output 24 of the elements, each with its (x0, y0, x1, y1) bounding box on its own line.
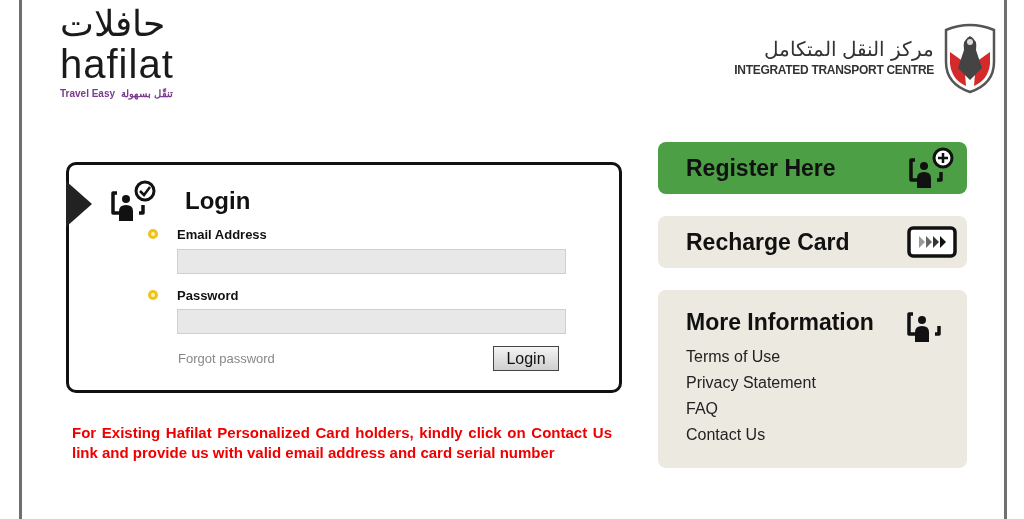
register-button[interactable]: Register Here (658, 142, 967, 194)
pointer-arrow-icon (66, 181, 92, 227)
info-link[interactable]: Privacy Statement (686, 372, 955, 393)
info-title: More Information (686, 307, 874, 337)
emblem-icon (942, 22, 998, 94)
itc-arabic-text: مركز النقل المتكامل (763, 37, 934, 61)
arabic-tagline: تنقّل بسهولة (121, 87, 173, 101)
logo-arabic-text: حافلات (60, 4, 165, 44)
login-button[interactable]: Login (493, 346, 559, 371)
input-field[interactable] (177, 248, 566, 274)
logo-text: hafilat (60, 44, 174, 84)
info-link[interactable]: FAQ (686, 398, 955, 419)
field-label: Password (177, 286, 240, 305)
card-arrows-icon (907, 226, 957, 258)
recharge-button[interactable]: Recharge Card (658, 216, 967, 268)
forgot-password-link[interactable]: Forgot password (178, 348, 275, 369)
notice-text: For Existing Hafilat Personalized Card holders, kindly click on Contact Us link and provide us with valid email address and card serial number (71, 423, 612, 463)
field-label: Email Address (177, 226, 268, 244)
itc-name: INTEGRATED TRANSPORT CENTRE (734, 62, 934, 79)
login-title: Login (185, 186, 251, 216)
input-field[interactable] (177, 309, 566, 334)
info-link[interactable]: Contact Us (686, 424, 955, 445)
tagline: Travel Easy (60, 87, 116, 101)
info-link[interactable]: Terms of Use (686, 346, 955, 367)
